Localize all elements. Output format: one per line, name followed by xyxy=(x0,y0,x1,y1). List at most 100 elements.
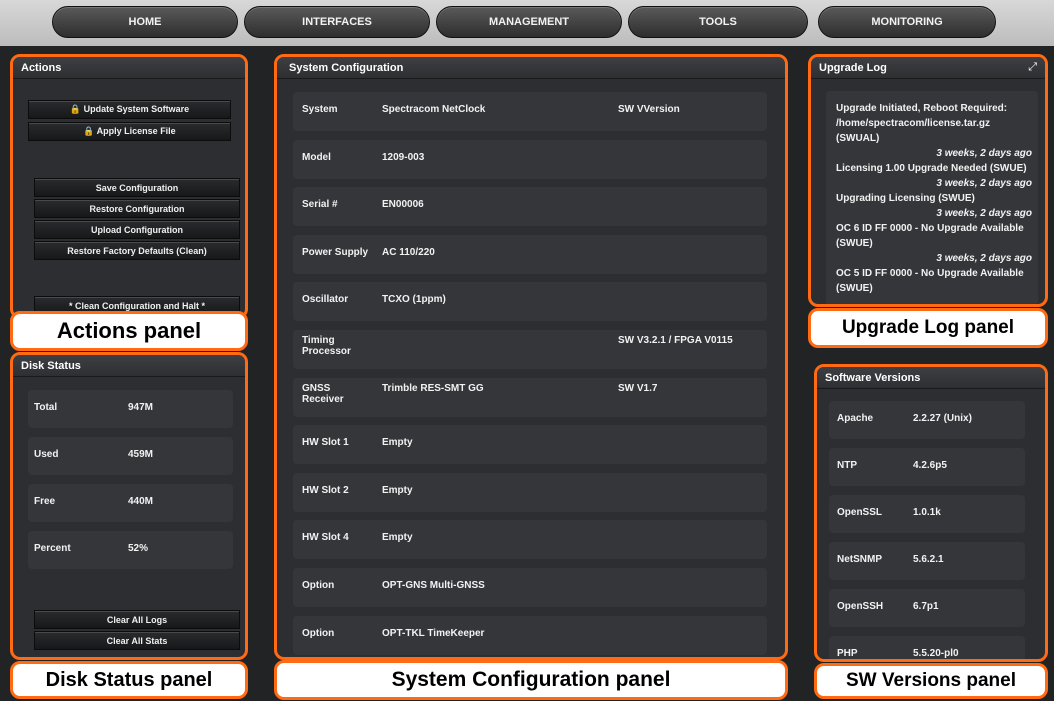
version-row-value: 2.2.27 (Unix) xyxy=(913,413,972,424)
config-row-version: SW V3.2.1 / FPGA V0115 xyxy=(618,335,733,346)
sw-versions-panel-callout: SW Versions panel xyxy=(814,663,1048,699)
log-entry-text: Upgrade Initiated, Reboot Required: /hom… xyxy=(836,103,1008,144)
actions-panel-title: Actions xyxy=(13,57,245,79)
version-row-value: 6.7p1 xyxy=(913,601,939,612)
disk-percent-value: 52% xyxy=(128,543,149,554)
config-row-version: SW V1.7 xyxy=(618,382,658,394)
version-row-label: NetSNMP xyxy=(837,554,883,565)
actions-panel: Actions 🔒 Update System Software 🔒 Apply… xyxy=(10,54,248,319)
config-row: System Spectracom NetClock SW VVersion xyxy=(293,92,767,131)
nav-tools[interactable]: TOOLS xyxy=(628,6,808,38)
disk-row: Used 459M xyxy=(28,437,233,475)
actions-panel-callout: Actions panel xyxy=(10,311,248,351)
upgrade-log-panel-title: Upgrade Log xyxy=(811,57,1045,79)
config-row-value: Empty xyxy=(382,437,413,449)
version-row-value: 4.2.6p5 xyxy=(913,460,947,471)
disk-row: Total 947M xyxy=(28,390,233,428)
dashboard-area: Actions 🔒 Update System Software 🔒 Apply… xyxy=(0,46,1054,701)
config-row-label: HW Slot 1 xyxy=(302,437,349,449)
log-entry-time: 3 weeks, 2 days ago xyxy=(936,253,1032,264)
expand-icon[interactable]: ⤢ xyxy=(1028,61,1037,74)
config-row-value: 1209-003 xyxy=(382,151,425,163)
disk-used-value: 459M xyxy=(128,449,154,460)
config-row-label: HW Slot 4 xyxy=(302,532,349,544)
top-nav-bar: HOME INTERFACES MANAGEMENT TOOLS MONITOR… xyxy=(0,0,1054,46)
version-row-value: 5.6.2.1 xyxy=(913,554,944,565)
config-row-value: OPT-TKL TimeKeeper xyxy=(382,627,485,639)
config-row-label: Timing Processor xyxy=(302,335,351,357)
disk-status-panel-callout: Disk Status panel xyxy=(10,661,248,699)
disk-percent-label: Percent xyxy=(34,543,71,554)
log-entry-text: OC 6 ID FF 0000 - No Upgrade Available (… xyxy=(836,223,1024,249)
version-row-value: 1.0.1k xyxy=(913,507,941,518)
log-entry-time: 3 weeks, 2 days ago xyxy=(936,208,1032,219)
log-entry: OC 5 ID FF 0000 - No Upgrade Available (… xyxy=(836,266,1032,296)
version-row-label: OpenSSL xyxy=(837,507,883,518)
disk-free-value: 440M xyxy=(128,496,154,507)
config-row: GNSS Receiver Trimble RES-SMT GG SW V1.7 xyxy=(293,377,767,417)
config-row-value: OPT-GNS Multi-GNSS xyxy=(382,580,485,591)
log-entry-time: 3 weeks, 2 days ago xyxy=(936,178,1032,189)
config-row-value: TCXO (1ppm) xyxy=(382,294,446,306)
nav-interfaces[interactable]: INTERFACES xyxy=(244,6,430,38)
config-row-label: Power Supply xyxy=(302,246,369,258)
nav-home[interactable]: HOME xyxy=(52,6,238,38)
nav-monitoring[interactable]: MONITORING xyxy=(818,6,996,38)
config-row-value: Trimble RES-SMT GG xyxy=(382,382,484,394)
config-row-value: AC 110/220 xyxy=(382,246,435,258)
config-row-label: Model xyxy=(302,151,331,163)
config-row: Timing Processor SW V3.2.1 / FPGA V0115 xyxy=(293,330,767,369)
software-versions-panel: Software Versions Apache 2.2.27 (Unix) NTP… xyxy=(814,364,1048,662)
version-row-label: PHP xyxy=(837,648,858,659)
config-row: Model 1209-003 xyxy=(293,139,767,179)
disk-status-panel-title: Disk Status xyxy=(13,355,245,377)
version-row: OpenSSL 1.0.1k xyxy=(829,495,1025,533)
config-row: HW Slot 4 Empty xyxy=(293,520,767,560)
clear-all-stats-button[interactable]: Clear All Stats xyxy=(34,631,240,650)
config-row: Oscillator TCXO (1ppm) xyxy=(293,282,767,322)
log-entry: Upgrading Licensing (SWUE) 3 weeks, 2 da… xyxy=(836,191,1032,221)
system-configuration-panel-title: System Configuration xyxy=(277,57,785,79)
config-row-label: HW Slot 2 xyxy=(302,484,349,496)
log-entry-text: Upgrading Licensing (SWUE) xyxy=(836,193,975,204)
config-row-label: Option xyxy=(302,627,335,639)
config-row: HW Slot 1 Empty xyxy=(293,425,767,465)
config-row: HW Slot 2 Empty xyxy=(293,472,767,512)
update-system-software-button[interactable]: 🔒 Update System Software xyxy=(28,100,231,119)
config-row-label: Oscillator xyxy=(302,294,349,306)
apply-license-file-button[interactable]: 🔒 Apply License File xyxy=(28,122,231,141)
restore-factory-defaults-button[interactable]: Restore Factory Defaults (Clean) xyxy=(34,241,240,260)
disk-total-label: Total xyxy=(34,402,58,413)
config-row-value: Empty xyxy=(382,532,413,544)
version-row-label: OpenSSH xyxy=(837,601,884,612)
config-row-label: Option xyxy=(302,580,335,591)
nav-management[interactable]: MANAGEMENT xyxy=(436,6,622,38)
disk-total-value: 947M xyxy=(128,402,154,413)
config-row-label: Serial # xyxy=(302,199,338,211)
upgrade-log-panel: Upgrade Log ⤢ Upgrade Initiated, Reboot … xyxy=(808,54,1048,307)
restore-configuration-button[interactable]: Restore Configuration xyxy=(34,199,240,218)
log-entry: Licensing 1.00 Upgrade Needed (SWUE) 3 w… xyxy=(836,161,1032,191)
log-entry: Upgrade Initiated, Reboot Required: /hom… xyxy=(836,101,1032,161)
config-row-value: Spectracom NetClock xyxy=(382,104,486,115)
software-versions-panel-title: Software Versions xyxy=(817,367,1045,389)
upload-configuration-button[interactable]: Upload Configuration xyxy=(34,220,240,239)
version-row: NetSNMP 5.6.2.1 xyxy=(829,542,1025,580)
disk-status-panel: Disk Status Total 947M Used 459M Free 44… xyxy=(10,352,248,660)
version-row-value: 5.5.20-pl0 xyxy=(913,648,959,659)
config-row-label: System xyxy=(302,104,338,115)
version-row-label: Apache xyxy=(837,413,874,424)
config-row-value: EN00006 xyxy=(382,199,424,211)
log-entry-time: 3 weeks, 2 days ago xyxy=(936,148,1032,159)
clear-all-logs-button[interactable]: Clear All Logs xyxy=(34,610,240,629)
config-row-value: Empty xyxy=(382,484,413,496)
upgrade-log-panel-callout: Upgrade Log panel xyxy=(808,308,1048,348)
save-configuration-button[interactable]: Save Configuration xyxy=(34,178,240,197)
version-row: Apache 2.2.27 (Unix) xyxy=(829,401,1025,439)
version-row: NTP 4.2.6p5 xyxy=(829,448,1025,486)
version-row: OpenSSH 6.7p1 xyxy=(829,589,1025,627)
disk-row: Percent 52% xyxy=(28,531,233,569)
version-row-label: NTP xyxy=(837,460,857,471)
config-row: Serial # EN00006 xyxy=(293,187,767,227)
disk-row: Free 440M xyxy=(28,484,233,522)
